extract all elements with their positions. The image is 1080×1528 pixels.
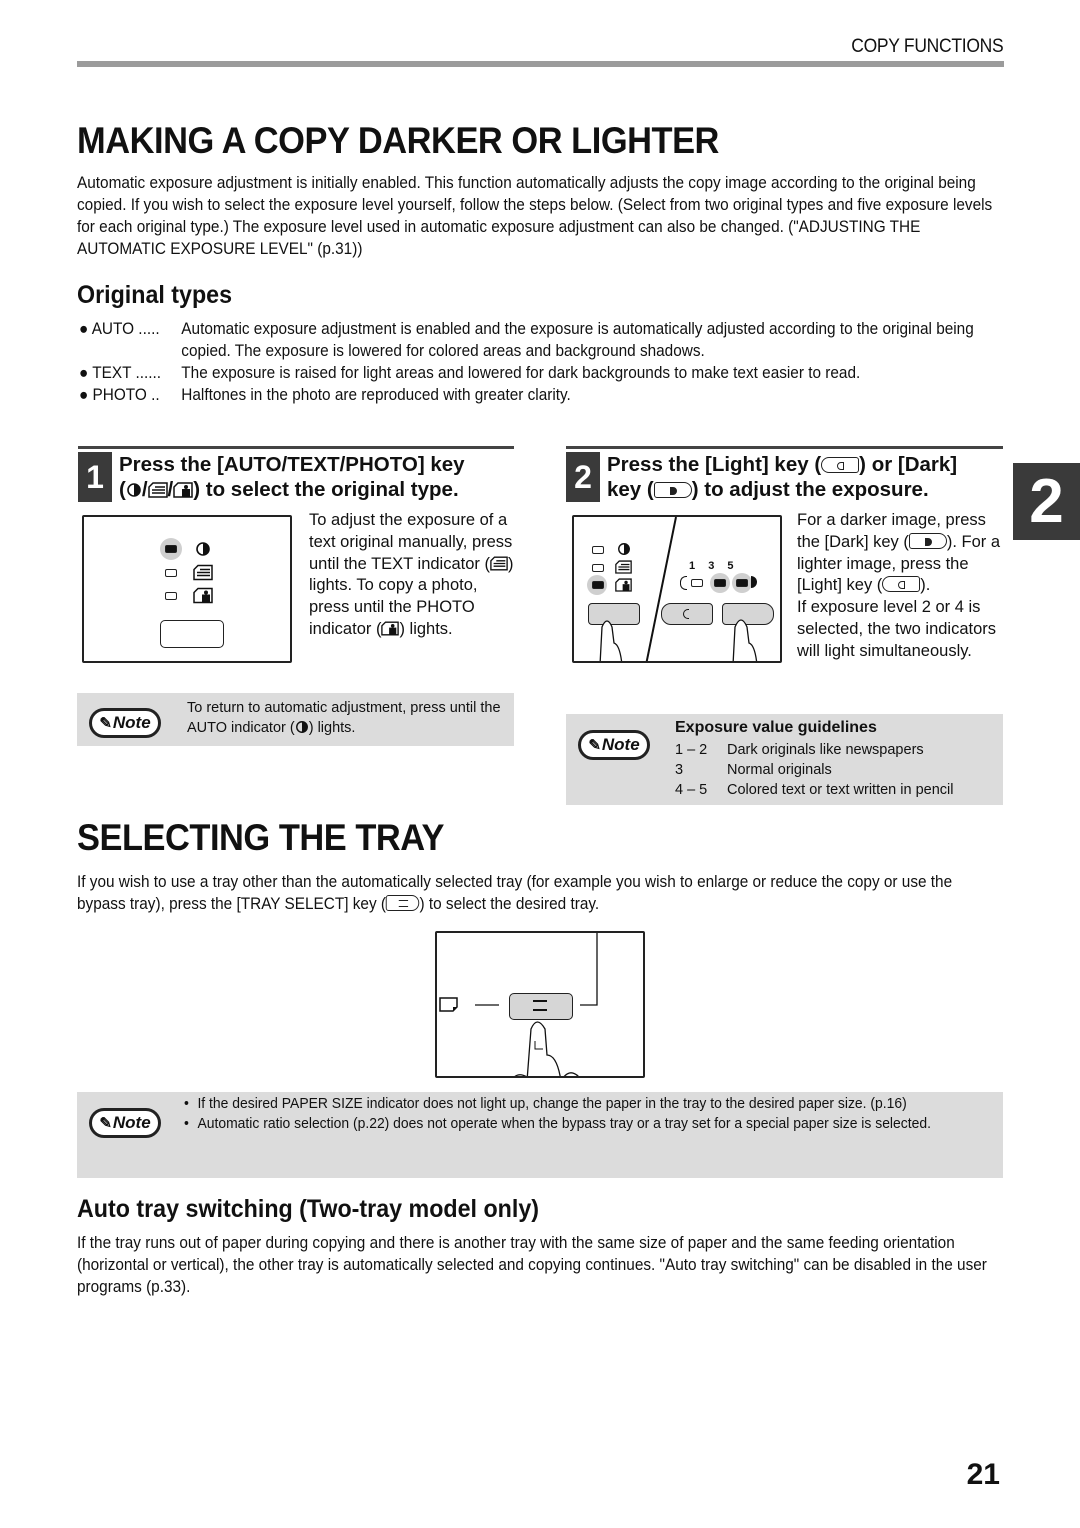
dark-key-icon (908, 532, 947, 549)
original-types-heading: Original types (77, 281, 233, 309)
photo-indicator-led (592, 581, 604, 589)
note-pencil-icon: ✎ (99, 1115, 112, 1132)
auto-indicator-led (592, 546, 604, 554)
tray-select-key-icon (533, 1000, 547, 1011)
note-badge: ✎ Note (578, 730, 650, 760)
exposure-led-3 (714, 579, 726, 587)
bullet-icon: ● (79, 364, 89, 382)
step-2-line-1: Press the [Light] key () or [Dark] (607, 453, 958, 476)
tray-select-key-icon (385, 895, 420, 911)
exposure-level-labels: 1 3 5 (689, 560, 734, 572)
note-tray: ✎ Note • If the desired PAPER SIZE indicat… (77, 1092, 1003, 1178)
light-key[interactable] (661, 603, 713, 625)
auto-tray-switching-heading: Auto tray switching (Two-tray model only… (77, 1195, 540, 1223)
note-pencil-icon: ✎ (588, 737, 601, 754)
step-2-header: 2 Press the [Light] key () or [Dark] key… (566, 446, 1003, 502)
tray-select-illustration (435, 931, 645, 1078)
note-auto-return: ✎ Note To return to automatic adjustment,… (77, 693, 514, 746)
page-number: 21 (966, 1458, 1000, 1491)
list-item: ● PHOTO .. Halftones in the photo are re… (79, 384, 1004, 406)
note-bullets: • If the desired PAPER SIZE indicator doe… (184, 1094, 962, 1134)
header-rule (77, 61, 1004, 67)
table-row: 4 – 5 Colored text or text written in pen… (675, 782, 954, 798)
section-header-label: COPY FUNCTIONS (850, 36, 1003, 57)
level-label: 3 (708, 560, 715, 572)
step-number: 1 (78, 452, 112, 502)
bullet-icon: ● (79, 320, 89, 338)
note-text: To return to automatic adjustment, press… (187, 700, 501, 736)
auto-exposure-icon (295, 721, 308, 733)
photo-indicator-led (165, 592, 177, 600)
type-desc-photo: Halftones in the photo are reproduced wi… (181, 386, 571, 404)
text-indicator-led (592, 564, 604, 572)
step-2-line-2: key () to adjust the exposure. (607, 478, 929, 501)
step-number: 2 (566, 452, 600, 502)
step-1-line-2: (/ /) to select the original type. (119, 478, 459, 501)
light-key-icon (821, 457, 860, 473)
step-1-header: 1 Press the [AUTO/TEXT/PHOTO] key (/ /) t… (78, 446, 514, 502)
step-1-instructions: To adjust the exposure of a text origina… (309, 511, 514, 638)
type-key-text: ● TEXT ...... (79, 364, 162, 382)
level-label: 1 (689, 560, 696, 572)
auto-exposure-icon (196, 542, 210, 556)
text-original-icon (193, 564, 213, 581)
auto-indicator-led (165, 545, 177, 553)
auto-text-photo-key[interactable] (160, 620, 224, 648)
step-2-instructions: For a darker image, press the [Dark] key… (797, 511, 1001, 660)
text-original-icon (615, 560, 632, 574)
light-symbol-icon (680, 576, 687, 590)
type-key-auto: ● AUTO ..... (79, 320, 160, 338)
intro-paragraph: Automatic exposure adjustment is initial… (77, 174, 993, 258)
chapter-tab: 2 (1013, 463, 1080, 540)
auto-tray-switching-text: If the tray runs out of paper during cop… (77, 1234, 987, 1296)
exposure-led-5 (736, 579, 748, 587)
photo-original-icon (381, 621, 400, 636)
photo-original-icon (173, 482, 193, 498)
finger-pressing-icon (599, 620, 623, 661)
bullet-icon: ● (79, 386, 89, 404)
finger-pressing-icon (732, 619, 758, 661)
note-badge: ✎ Note (89, 1108, 161, 1138)
page-title-selecting-tray: SELECTING THE TRAY (77, 817, 445, 858)
photo-original-icon (193, 587, 213, 604)
note-badge: ✎ Note (89, 708, 161, 738)
light-key-icon (882, 576, 921, 593)
table-row: 3 Normal originals (675, 762, 832, 778)
original-types-list: ● AUTO ..... Automatic exposure adjustme… (79, 318, 1004, 406)
exposure-led-1 (691, 579, 703, 587)
note-exposure-guidelines: ✎ Note Exposure value guidelines 1 – 2 Dar… (566, 714, 1003, 805)
list-item: • Automatic ratio selection (p.22) does n… (184, 1116, 931, 1132)
note-title: Exposure value guidelines (675, 719, 877, 736)
text-original-icon (490, 556, 508, 571)
step-1-line-1: Press the [AUTO/TEXT/PHOTO] key (119, 453, 465, 476)
type-desc-text: The exposure is raised for light areas a… (181, 364, 861, 382)
tray-intro: If you wish to use a tray other than the… (77, 873, 953, 913)
finger-pressing-icon (514, 1021, 579, 1076)
light-key-icon (683, 609, 689, 619)
level-label: 5 (727, 560, 734, 572)
type-desc-auto: Automatic exposure adjustment is enabled… (181, 320, 974, 360)
control-panel-illustration-exposure: 1 3 5 (572, 515, 782, 663)
auto-exposure-icon (127, 483, 141, 497)
page-title-darker-lighter: MAKING A COPY DARKER OR LIGHTER (77, 120, 719, 161)
list-item: ● TEXT ...... The exposure is raised for… (79, 362, 1004, 384)
type-key-photo: ● PHOTO .. (79, 386, 160, 404)
list-item: ● AUTO ..... Automatic exposure adjustme… (79, 318, 1004, 362)
text-original-icon (147, 482, 168, 498)
note-pencil-icon: ✎ (99, 715, 112, 732)
photo-original-icon (615, 578, 632, 592)
text-indicator-led (165, 569, 177, 577)
control-panel-illustration-original-type (82, 515, 292, 663)
table-row: 1 – 2 Dark originals like newspapers (675, 742, 924, 758)
list-item: • If the desired PAPER SIZE indicator doe… (184, 1096, 907, 1112)
dark-key-icon (653, 482, 692, 498)
guidelines-table: 1 – 2 Dark originals like newspapers 3 Nor… (675, 740, 1000, 800)
auto-exposure-icon (618, 543, 630, 555)
